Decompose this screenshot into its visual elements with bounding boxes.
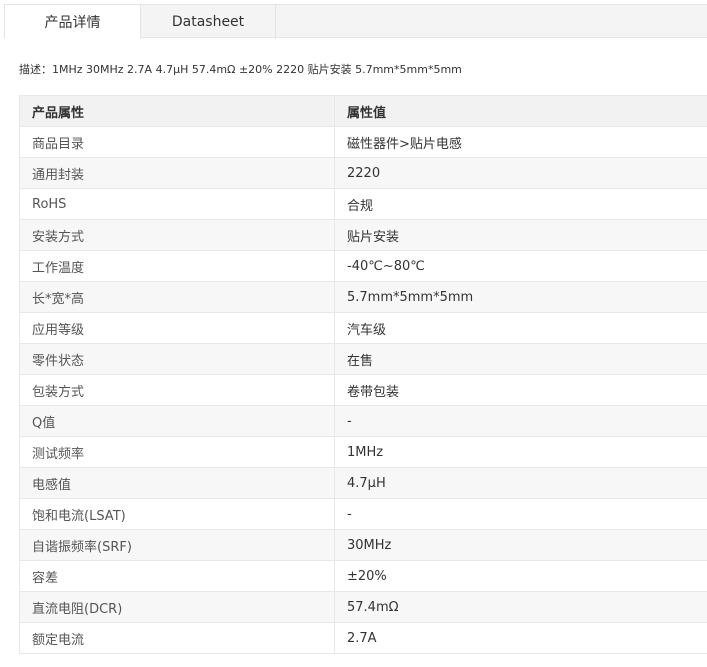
attribute-name: 容差 — [19, 560, 335, 592]
table-row: 商品目录 磁性器件>贴片电感 — [19, 126, 707, 158]
table-header-row: 产品属性 属性值 — [19, 95, 707, 127]
attribute-value: 在售 — [334, 343, 707, 375]
table-row: 测试频率 1MHz — [19, 436, 707, 468]
attribute-value: 汽车级 — [334, 312, 707, 344]
table-row: 零件状态 在售 — [19, 343, 707, 375]
tab-datasheet[interactable]: Datasheet — [141, 4, 276, 39]
attribute-name: 通用封装 — [19, 157, 335, 189]
attribute-name: 长*宽*高 — [19, 281, 335, 313]
table-row: Q值 - — [19, 405, 707, 437]
product-description: 描述：1MHz 30MHz 2.7A 4.7μH 57.4mΩ ±20% 222… — [19, 63, 462, 76]
attribute-value: 磁性器件>贴片电感 — [334, 126, 707, 158]
attribute-name: RoHS — [19, 188, 335, 220]
table-row: 包装方式 卷带包装 — [19, 374, 707, 406]
table-row: RoHS 合规 — [19, 188, 707, 220]
attribute-value: - — [334, 405, 707, 437]
table-row: 直流电阻(DCR) 57.4mΩ — [19, 591, 707, 623]
table-row: 饱和电流(LSAT) - — [19, 498, 707, 530]
tab-product-details[interactable]: 产品详情 — [4, 4, 141, 39]
attribute-value: 5.7mm*5mm*5mm — [334, 281, 707, 313]
attribute-name: 电感值 — [19, 467, 335, 499]
attribute-name: 测试频率 — [19, 436, 335, 468]
table-row: 电感值 4.7μH — [19, 467, 707, 499]
attribute-name: 自谐振频率(SRF) — [19, 529, 335, 561]
table-row: 自谐振频率(SRF) 30MHz — [19, 529, 707, 561]
attribute-name: 商品目录 — [19, 126, 335, 158]
attribute-value: 1MHz — [334, 436, 707, 468]
attribute-value: 合规 — [334, 188, 707, 220]
attribute-name: 饱和电流(LSAT) — [19, 498, 335, 530]
attribute-name: 工作温度 — [19, 250, 335, 282]
attribute-value: 贴片安装 — [334, 219, 707, 251]
table-row: 容差 ±20% — [19, 560, 707, 592]
attribute-name: Q值 — [19, 405, 335, 437]
attribute-name: 包装方式 — [19, 374, 335, 406]
table-row: 长*宽*高 5.7mm*5mm*5mm — [19, 281, 707, 313]
attribute-value: 4.7μH — [334, 467, 707, 499]
table-row: 应用等级 汽车级 — [19, 312, 707, 344]
attribute-name: 安装方式 — [19, 219, 335, 251]
table-row: 工作温度 -40℃~80℃ — [19, 250, 707, 282]
table-row: 通用封装 2220 — [19, 157, 707, 189]
attribute-name: 额定电流 — [19, 622, 335, 654]
attribute-value: 卷带包装 — [334, 374, 707, 406]
attribute-value: 2.7A — [334, 622, 707, 654]
attribute-value: 57.4mΩ — [334, 591, 707, 623]
tab-bar: 产品详情 Datasheet — [4, 4, 707, 39]
attribute-name: 应用等级 — [19, 312, 335, 344]
header-value: 属性值 — [334, 95, 707, 127]
attribute-name: 零件状态 — [19, 343, 335, 375]
attribute-name: 直流电阻(DCR) — [19, 591, 335, 623]
table-row: 安装方式 贴片安装 — [19, 219, 707, 251]
product-attributes-table: 产品属性 属性值 商品目录 磁性器件>贴片电感 通用封装 2220 RoHS 合规 安… — [19, 95, 707, 654]
attribute-value: 30MHz — [334, 529, 707, 561]
attribute-value: 2220 — [334, 157, 707, 189]
table-row: 额定电流 2.7A — [19, 622, 707, 654]
attribute-value: -40℃~80℃ — [334, 250, 707, 282]
attribute-value: - — [334, 498, 707, 530]
product-detail-page: 产品详情 Datasheet 描述：1MHz 30MHz 2.7A 4.7μH … — [0, 0, 707, 667]
header-property: 产品属性 — [19, 95, 335, 127]
attribute-value: ±20% — [334, 560, 707, 592]
